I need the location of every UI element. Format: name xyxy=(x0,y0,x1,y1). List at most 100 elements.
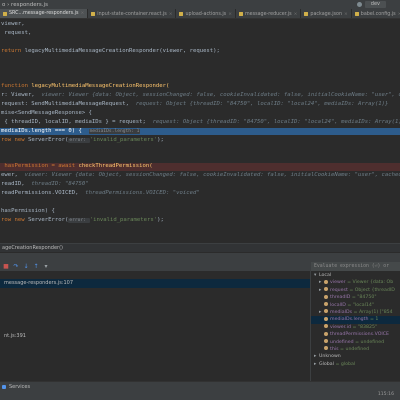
editor-tab-bar: SRC...message-responders.js × input-state-… xyxy=(0,9,400,19)
js-file-icon xyxy=(91,12,96,16)
services-tab[interactable]: Services xyxy=(2,383,30,391)
variable-row[interactable]: undefined = undefined xyxy=(311,339,400,346)
run-icon[interactable] xyxy=(356,2,362,7)
filter-icon[interactable]: ▾ xyxy=(43,263,49,270)
stack-frame[interactable] xyxy=(0,311,310,320)
code-line[interactable]: ewer, viewer: Viewer {data: Object, sess… xyxy=(0,172,400,180)
code-line[interactable]: readID, threadID: "84750" xyxy=(0,181,400,189)
code-token: request: SendMultimediaMessageRequest, xyxy=(1,101,136,108)
editor-tab[interactable]: package.json × xyxy=(301,9,352,18)
editor-tab[interactable]: input-state-container.react.js × xyxy=(88,9,177,18)
function-breadcrumb[interactable]: ageCreationResponder() xyxy=(2,245,63,251)
variables-panel: Evaluate expression (⏎) or ▾ Local ▸ viewer… xyxy=(310,262,400,381)
variable-row[interactable]: localID = "local14" xyxy=(311,302,400,309)
stack-frame[interactable] xyxy=(0,290,310,299)
code-line[interactable] xyxy=(0,66,400,74)
variable-row[interactable]: ▸ request = Object {threadID xyxy=(311,287,400,294)
code-token: readID, xyxy=(1,181,32,188)
stop-icon[interactable]: ■ xyxy=(3,263,9,270)
stack-frame[interactable] xyxy=(0,300,310,309)
code-line[interactable]: hasPermission) { xyxy=(0,208,400,216)
scope-group[interactable]: ▸ Global = global xyxy=(311,361,400,368)
code-line[interactable]: hasPermission = await checkThreadPermiss… xyxy=(0,163,400,171)
code-line[interactable]: request: SendMultimediaMessageRequest, r… xyxy=(0,101,400,109)
code-line[interactable]: r: Viewer, viewer: Viewer {data: Object,… xyxy=(0,92,400,100)
editor-breadcrumb[interactable]: ageCreationResponder() xyxy=(0,243,400,252)
code-token: 'invalid_parameters' xyxy=(89,136,158,143)
close-icon[interactable]: × xyxy=(81,11,85,16)
variable-row[interactable]: ▸ mediaIDs = Array(1) ["854 xyxy=(311,309,400,316)
code-line[interactable]: function legacyMultimediaMessageCreation… xyxy=(0,83,400,91)
variable-row[interactable]: mediaIDs.length = 1 xyxy=(311,316,400,324)
code-line[interactable]: { threadID, localID, mediaIDs } = reques… xyxy=(0,119,400,127)
variable-icon xyxy=(324,346,328,351)
variable-row[interactable]: threadPermissions.VOICE xyxy=(311,331,400,338)
editor-tab[interactable]: upload-actions.js × xyxy=(176,9,236,18)
editor-tab[interactable]: message-reducer.js × xyxy=(236,9,302,18)
code-line[interactable] xyxy=(0,57,400,65)
code-line[interactable]: return legacyMultimediaMessageCreationRe… xyxy=(0,48,400,56)
code-token: { threadID, localID, mediaIDs } = reques… xyxy=(1,118,153,125)
inline-debug-value: request: Object {threadID: "84750", loca… xyxy=(152,118,400,125)
js-file-icon xyxy=(3,11,7,16)
code-line[interactable]: row new ServerError(error: 'invalid_para… xyxy=(0,217,400,225)
variable-value: = undefined xyxy=(353,339,385,345)
variable-name: localID xyxy=(330,302,346,308)
variable-row[interactable]: viewer.id = "83825" xyxy=(311,324,400,331)
variable-row[interactable]: this = undefined xyxy=(311,346,400,353)
step-over-icon[interactable]: ↷ xyxy=(13,263,19,270)
editor-tab[interactable]: SRC...message-responders.js × xyxy=(0,9,89,18)
stack-frame[interactable] xyxy=(0,321,310,330)
close-icon[interactable]: × xyxy=(228,12,232,17)
code-line[interactable]: readPermissions.VOICED, threadPermission… xyxy=(0,190,400,198)
variable-icon xyxy=(324,302,328,307)
evaluate-expression-input[interactable]: Evaluate expression (⏎) or xyxy=(311,262,400,272)
step-out-icon[interactable]: ↑ xyxy=(33,263,39,270)
code-token: ServerError( xyxy=(27,136,69,143)
close-icon[interactable]: × xyxy=(344,12,348,17)
variable-row[interactable]: threadID = "84750" xyxy=(311,294,400,301)
stack-frame[interactable]: message-responders.js:107 xyxy=(0,279,310,288)
scope-group[interactable]: ▾ Local xyxy=(311,272,400,279)
inline-debug-value: viewer: Viewer {data: Object, sessionCha… xyxy=(24,172,400,179)
cursor-position[interactable]: 115:16 xyxy=(378,392,394,397)
variable-icon xyxy=(324,316,328,321)
code-token: ewer, xyxy=(1,172,25,179)
step-into-icon[interactable]: ↓ xyxy=(23,263,29,270)
editor-tab[interactable]: babel.config.js× xyxy=(352,9,400,18)
variable-value: = Object {threadID xyxy=(347,287,395,293)
code-line[interactable] xyxy=(0,199,400,207)
variable-name: viewer.id xyxy=(330,324,351,330)
code-token: row new xyxy=(1,136,28,143)
code-line[interactable] xyxy=(0,235,400,243)
stack-frame[interactable]: nt.js:391 xyxy=(0,332,310,341)
close-icon[interactable]: × xyxy=(169,12,173,17)
services-label: Services xyxy=(9,384,31,390)
code-line[interactable]: viewer, xyxy=(0,21,400,29)
tab-label: SRC...message-responders.js xyxy=(9,11,79,16)
code-token: 'invalid_parameters' xyxy=(89,216,158,223)
code-line[interactable]: request, xyxy=(0,30,400,38)
variable-name: mediaIDs.length xyxy=(330,317,369,323)
code-line[interactable] xyxy=(0,39,400,47)
close-icon[interactable]: × xyxy=(294,12,298,17)
variable-row[interactable]: ▸ viewer = Viewer {data: Ob xyxy=(311,279,400,286)
code-editor[interactable]: viewer, request, return legacyMultimediaM… xyxy=(0,19,400,243)
code-line[interactable] xyxy=(0,155,400,163)
tab-label: package.json xyxy=(310,11,343,17)
code-line[interactable]: mise<SendMessageResponse> { xyxy=(0,110,400,118)
code-line[interactable] xyxy=(0,226,400,234)
breadcrumb[interactable]: o › responders.js xyxy=(0,2,48,8)
variable-name: Unknown xyxy=(319,354,341,360)
code-line[interactable] xyxy=(0,146,400,154)
code-line[interactable] xyxy=(0,74,400,82)
scope-group[interactable]: ▸ Unknown xyxy=(311,353,400,360)
variable-value: = "local14" xyxy=(345,302,375,308)
variable-name: Global xyxy=(319,361,334,367)
code-line[interactable]: mediaIDs.length === 0) { mediaIDs.length… xyxy=(0,127,400,136)
code-token: ServerError( xyxy=(27,216,69,223)
branch-selector[interactable]: dev xyxy=(364,1,386,8)
code-line[interactable]: row new ServerError(error: 'invalid_para… xyxy=(0,137,400,145)
variable-icon xyxy=(324,279,328,284)
code-token: row new xyxy=(1,216,28,223)
